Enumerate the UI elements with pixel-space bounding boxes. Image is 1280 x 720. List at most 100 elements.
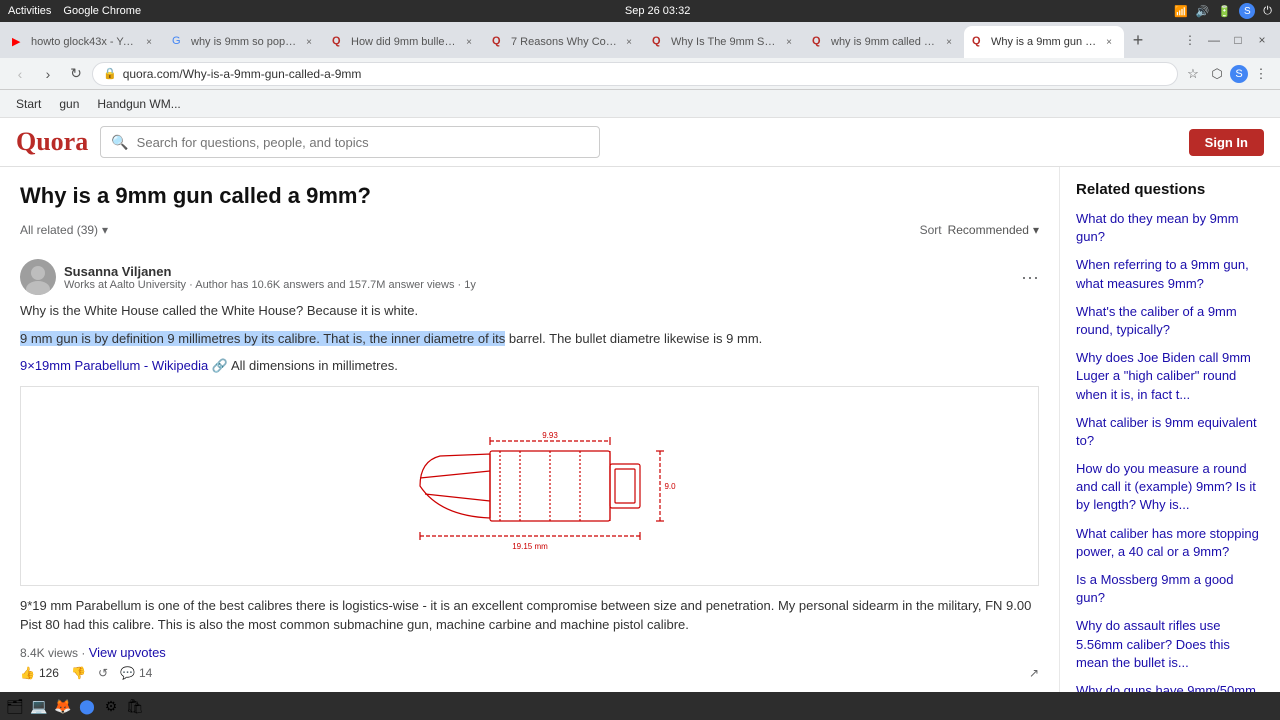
tab-1-close[interactable]: ×: [142, 35, 156, 49]
tab-5-label: Why Is The 9mm So Popu...: [671, 36, 777, 48]
taskbar-chrome[interactable]: ⬤: [76, 695, 98, 717]
close-window-button[interactable]: ×: [1252, 30, 1272, 50]
view-upvotes-link[interactable]: View upvotes: [89, 645, 166, 660]
tab-bar: ▶ howto glock43x - YouTu... × G why is 9…: [0, 22, 1280, 58]
taskbar-firefox[interactable]: 🦊: [52, 695, 74, 717]
author-name[interactable]: Susanna Viljanen: [64, 264, 476, 279]
svg-text:19.15 mm: 19.15 mm: [512, 542, 548, 551]
quora-logo[interactable]: Quora: [16, 127, 88, 157]
taskbar-terminal[interactable]: 💻: [28, 695, 50, 717]
tab-4-close[interactable]: ×: [622, 35, 636, 49]
sidebar-item-0[interactable]: What do they mean by 9mm gun?: [1076, 210, 1264, 246]
tab-7[interactable]: Q Why is a 9mm gun called... ×: [964, 26, 1124, 58]
svg-text:9.0: 9.0: [664, 482, 676, 491]
sidebar-item-7[interactable]: Is a Mossberg 9mm a good gun?: [1076, 571, 1264, 607]
chrome-menu-button[interactable]: ⋮: [1250, 63, 1272, 85]
upvote-button[interactable]: 👍 126: [20, 666, 59, 680]
bookmark-start[interactable]: Start: [8, 95, 49, 113]
recommended-label: Recommended: [948, 223, 1029, 237]
tab-7-label: Why is a 9mm gun called...: [991, 36, 1097, 48]
recommended-chevron: ▾: [1033, 223, 1039, 237]
wiki-link-text: 9×19mm Parabellum - Wikipedia: [20, 358, 208, 373]
tab-4[interactable]: Q 7 Reasons Why Cops Cho... ×: [484, 26, 644, 58]
sort-area: Sort Recommended ▾: [920, 223, 1039, 237]
screenshot-icon[interactable]: ⬡: [1206, 63, 1228, 85]
power-icon[interactable]: ⏻: [1263, 5, 1272, 18]
tab-6-label: why is 9mm called 9mm...: [831, 36, 937, 48]
bookmark-star-icon[interactable]: ☆: [1182, 63, 1204, 85]
sidebar-item-8[interactable]: Why do assault rifles use 5.56mm caliber…: [1076, 617, 1264, 672]
sidebar-item-1[interactable]: When referring to a 9mm gun, what measur…: [1076, 256, 1264, 292]
wiki-link[interactable]: 9×19mm Parabellum - Wikipedia 🔗: [20, 358, 228, 373]
views-row: 8.4K views · View upvotes: [20, 645, 1039, 660]
tab-6-close[interactable]: ×: [942, 35, 956, 49]
tab-1[interactable]: ▶ howto glock43x - YouTu... ×: [4, 26, 164, 58]
answer-footer: 8.4K views · View upvotes 👍 126 👎: [20, 645, 1039, 680]
search-input[interactable]: [137, 135, 590, 150]
taskbar-store[interactable]: 🛍: [124, 695, 146, 717]
author-meta: Works at Aalto University · Author has 1…: [64, 279, 476, 291]
all-related-dropdown[interactable]: All related (39) ▾: [20, 223, 108, 237]
answer-more-button[interactable]: ···: [1021, 267, 1039, 288]
user-icon: S: [1239, 3, 1255, 19]
tab-4-label: 7 Reasons Why Cops Cho...: [511, 36, 617, 48]
comment-button[interactable]: 💬 14: [120, 666, 152, 680]
bookmark-gun[interactable]: gun: [51, 95, 87, 113]
search-icon: 🔍: [111, 134, 128, 151]
tab-3-label: How did 9mm bullets bec...: [351, 36, 457, 48]
signin-button[interactable]: Sign In: [1189, 129, 1264, 156]
sidebar-item-3[interactable]: Why does Joe Biden call 9mm Luger a "hig…: [1076, 349, 1264, 404]
tab-3[interactable]: Q How did 9mm bullets bec... ×: [324, 26, 484, 58]
answer-body-2: 9*19 mm Parabellum is one of the best ca…: [20, 596, 1039, 635]
maximize-button[interactable]: □: [1228, 30, 1248, 50]
tab-list-button[interactable]: ⋮: [1180, 30, 1200, 50]
tab-5-close[interactable]: ×: [782, 35, 796, 49]
sidebar-item-4[interactable]: What caliber is 9mm equivalent to?: [1076, 414, 1264, 450]
back-button[interactable]: ‹: [8, 62, 32, 86]
tab-4-favicon: Q: [492, 35, 506, 49]
author-info: Susanna Viljanen Works at Aalto Universi…: [20, 259, 476, 295]
bookmark-handgun-label: Handgun WM...: [97, 97, 180, 111]
activities-label[interactable]: Activities: [8, 5, 51, 17]
sidebar-item-6[interactable]: What caliber has more stopping power, a …: [1076, 525, 1264, 561]
share-button[interactable]: ↺: [98, 666, 108, 680]
minimize-button[interactable]: —: [1204, 30, 1224, 50]
comment-icon: 💬: [120, 666, 135, 680]
tab-5[interactable]: Q Why Is The 9mm So Popu... ×: [644, 26, 804, 58]
tab-2-close[interactable]: ×: [302, 35, 316, 49]
volume-icon: 🔊: [1196, 5, 1210, 18]
tab-1-favicon: ▶: [12, 35, 26, 49]
reload-button[interactable]: ↻: [64, 62, 88, 86]
tab-1-label: howto glock43x - YouTu...: [31, 36, 137, 48]
sidebar-item-2[interactable]: What's the caliber of a 9mm round, typic…: [1076, 303, 1264, 339]
app-name-label: Google Chrome: [63, 5, 141, 17]
wiki-link-row: 9×19mm Parabellum - Wikipedia 🔗 All dime…: [20, 356, 1039, 376]
battery-icon: 🔋: [1218, 5, 1232, 18]
tab-3-favicon: Q: [332, 35, 346, 49]
profile-icon[interactable]: S: [1230, 65, 1248, 83]
bookmark-gun-label: gun: [59, 97, 79, 111]
network-icon: 📶: [1174, 5, 1188, 18]
answer-card: Susanna Viljanen Works at Aalto Universi…: [20, 249, 1039, 690]
new-tab-button[interactable]: +: [1124, 26, 1152, 54]
more-actions-button[interactable]: ↗: [1029, 666, 1039, 680]
taskbar-files[interactable]: 🗂: [4, 695, 26, 717]
tab-7-close[interactable]: ×: [1102, 35, 1116, 49]
comment-count: 14: [139, 666, 152, 680]
tab-3-close[interactable]: ×: [462, 35, 476, 49]
recommended-dropdown[interactable]: Recommended ▾: [948, 223, 1039, 237]
bookmark-handgun[interactable]: Handgun WM...: [89, 95, 188, 113]
upvote-count: 126: [39, 666, 59, 680]
url-bar[interactable]: 🔒 quora.com/Why-is-a-9mm-gun-called-a-9m…: [92, 62, 1178, 86]
sidebar-item-5[interactable]: How do you measure a round and call it (…: [1076, 460, 1264, 515]
forward-button[interactable]: ›: [36, 62, 60, 86]
taskbar-settings[interactable]: ⚙: [100, 695, 122, 717]
tab-5-favicon: Q: [652, 35, 666, 49]
tab-6[interactable]: Q why is 9mm called 9mm... ×: [804, 26, 964, 58]
author-avatar[interactable]: [20, 259, 56, 295]
all-related-chevron: ▾: [102, 223, 108, 237]
search-bar[interactable]: 🔍: [100, 126, 600, 158]
downvote-button[interactable]: 👎: [71, 666, 86, 680]
answer-body: Why is the White House called the White …: [20, 301, 1039, 376]
tab-2[interactable]: G why is 9mm so popular -... ×: [164, 26, 324, 58]
